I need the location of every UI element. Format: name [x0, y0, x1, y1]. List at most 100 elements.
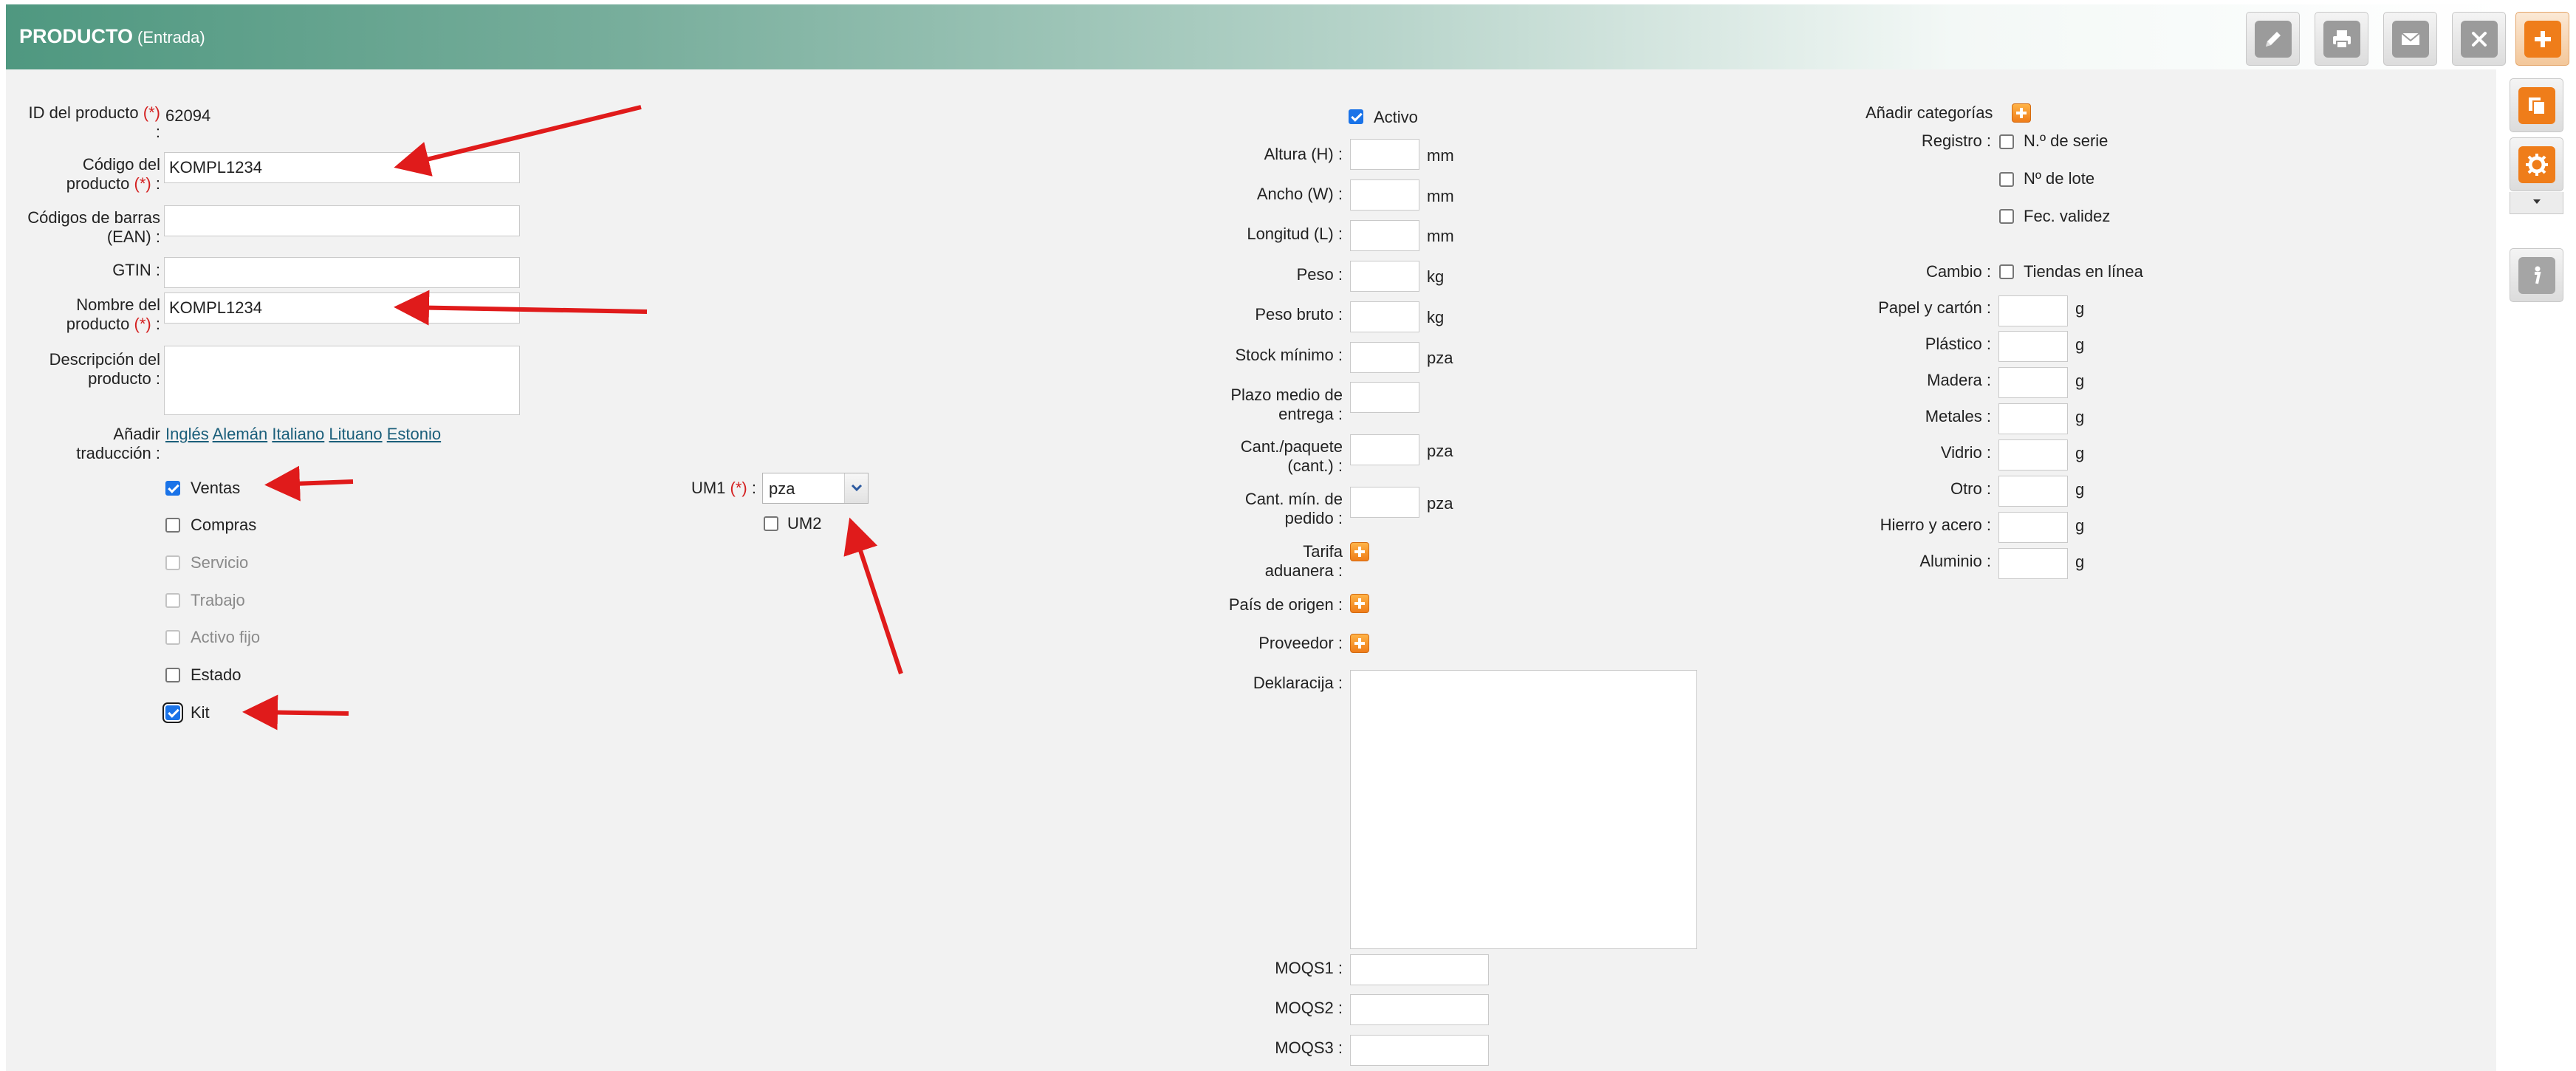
material-unit-aluminium: g: [2075, 552, 2085, 571]
activo-fijo-label: Activo fijo: [191, 628, 261, 646]
moqs3-label: MOQS3 :: [1275, 1039, 1343, 1057]
translation-link-estonian[interactable]: Estonio: [387, 425, 441, 443]
material-unit-paper: g: [2075, 299, 2085, 318]
mail-icon: [2391, 20, 2429, 58]
activo-fijo-checkbox: [165, 630, 180, 645]
gear-icon: [2518, 146, 2555, 183]
moqs2-input[interactable]: [1350, 994, 1489, 1025]
product-name-label: Nombre del producto (*) :: [66, 295, 160, 333]
translation-link-italian[interactable]: Italiano: [272, 425, 324, 443]
width-label: Ancho (W) :: [1256, 185, 1343, 203]
moqs2-label: MOQS2 :: [1275, 999, 1343, 1017]
lot-number-checkbox[interactable]: [1999, 172, 2014, 187]
online-stores-label: Tiendas en línea: [2024, 262, 2143, 281]
activo-checkbox[interactable]: [1349, 109, 1363, 124]
email-button[interactable]: [2383, 12, 2437, 66]
material-label-iron-steel: Hierro y acero :: [1880, 516, 1991, 534]
add-tariff-plus-icon[interactable]: [1350, 542, 1369, 561]
settings-button[interactable]: [2510, 137, 2563, 191]
registro-label: Registro :: [1921, 131, 1991, 150]
um1-selected-value: pza: [769, 479, 795, 498]
material-input-other[interactable]: [1998, 476, 2068, 507]
add-category-plus-icon[interactable]: [2012, 103, 2031, 123]
kit-checkbox[interactable]: [165, 705, 180, 720]
material-input-metals[interactable]: [1998, 403, 2068, 434]
moqs3-input[interactable]: [1350, 1035, 1489, 1066]
product-code-input[interactable]: KOMPL1234: [164, 152, 520, 183]
material-unit-metals: g: [2075, 408, 2085, 426]
um1-select[interactable]: pza: [762, 473, 869, 504]
height-label: Altura (H) :: [1264, 145, 1343, 163]
length-unit: mm: [1427, 227, 1454, 245]
print-button[interactable]: [2315, 12, 2368, 66]
translation-link-lithuanian[interactable]: Lituano: [329, 425, 382, 443]
copy-icon: [2518, 86, 2555, 124]
online-stores-checkbox[interactable]: [1999, 264, 2014, 279]
barcode-input[interactable]: [164, 205, 520, 236]
edit-button[interactable]: [2246, 12, 2300, 66]
product-id-value: 62094: [165, 106, 211, 125]
min-stock-unit: pza: [1427, 349, 1453, 367]
pencil-icon: [2254, 20, 2292, 58]
description-textarea[interactable]: [164, 346, 520, 415]
pack-qty-label: Cant./paquete (cant.) :: [1240, 437, 1343, 475]
add-new-button[interactable]: [2515, 12, 2569, 66]
material-label-paper: Papel y cartón :: [1878, 298, 1991, 317]
material-unit-iron-steel: g: [2075, 516, 2085, 535]
material-input-paper[interactable]: [1998, 295, 2068, 326]
lead-time-input[interactable]: [1350, 382, 1419, 413]
weight-input[interactable]: [1350, 261, 1419, 292]
validity-date-checkbox[interactable]: [1999, 209, 2014, 224]
translation-link-german[interactable]: Alemán: [213, 425, 268, 443]
pack-qty-input[interactable]: [1350, 434, 1419, 465]
settings-dropdown-toggle[interactable]: [2510, 192, 2563, 214]
material-input-wood[interactable]: [1998, 367, 2068, 398]
translation-link-english[interactable]: Inglés: [165, 425, 209, 443]
product-id-label: ID del producto (*):: [28, 103, 160, 141]
length-label: Longitud (L) :: [1247, 225, 1343, 243]
info-button[interactable]: [2510, 248, 2563, 302]
trabajo-checkbox: [165, 593, 180, 608]
min-stock-input[interactable]: [1350, 342, 1419, 373]
height-input[interactable]: [1350, 139, 1419, 170]
moqs1-input[interactable]: [1350, 954, 1489, 985]
serial-number-label: N.º de serie: [2024, 131, 2109, 150]
chevron-down-icon: [2533, 199, 2541, 204]
declaration-textarea[interactable]: [1350, 670, 1697, 949]
material-input-iron-steel[interactable]: [1998, 512, 2068, 543]
weight-label: Peso :: [1296, 265, 1343, 284]
copy-button[interactable]: [2510, 78, 2563, 132]
um2-checkbox[interactable]: [764, 516, 778, 531]
estado-checkbox[interactable]: [165, 668, 180, 682]
material-input-glass[interactable]: [1998, 439, 2068, 471]
material-input-aluminium[interactable]: [1998, 548, 2068, 579]
um1-dropdown-button[interactable]: [844, 473, 868, 503]
gross-weight-input[interactable]: [1350, 301, 1419, 332]
min-stock-label: Stock mínimo :: [1235, 346, 1343, 364]
material-input-plastic[interactable]: [1998, 331, 2068, 362]
height-unit: mm: [1427, 146, 1454, 165]
um1-label: UM1 (*) :: [691, 479, 756, 497]
length-input[interactable]: [1350, 220, 1419, 251]
pack-qty-unit: pza: [1427, 442, 1453, 460]
compras-checkbox[interactable]: [165, 518, 180, 533]
product-name-input[interactable]: KOMPL1234: [164, 292, 520, 324]
width-input[interactable]: [1350, 179, 1419, 211]
min-order-label: Cant. mín. de pedido :: [1244, 490, 1343, 527]
ventas-checkbox[interactable]: [165, 481, 180, 496]
min-order-input[interactable]: [1350, 487, 1419, 518]
gtin-input[interactable]: [164, 257, 520, 288]
translation-links: Inglés Alemán Italiano Lituano Estonio: [165, 425, 441, 444]
plus-icon: [2524, 20, 2561, 58]
product-code-label: Código del producto (*) :: [66, 155, 160, 193]
close-button[interactable]: [2452, 12, 2506, 66]
min-order-unit: pza: [1427, 494, 1453, 513]
gross-weight-label: Peso bruto :: [1255, 305, 1343, 324]
compras-label: Compras: [191, 516, 257, 534]
serial-number-checkbox[interactable]: [1999, 134, 2014, 149]
tariff-label: Tarifa aduanera :: [1264, 542, 1343, 580]
cambio-label: Cambio :: [1925, 262, 1991, 281]
add-supplier-plus-icon[interactable]: [1350, 634, 1369, 653]
add-origin-plus-icon[interactable]: [1350, 594, 1369, 613]
printer-icon: [2323, 20, 2360, 58]
